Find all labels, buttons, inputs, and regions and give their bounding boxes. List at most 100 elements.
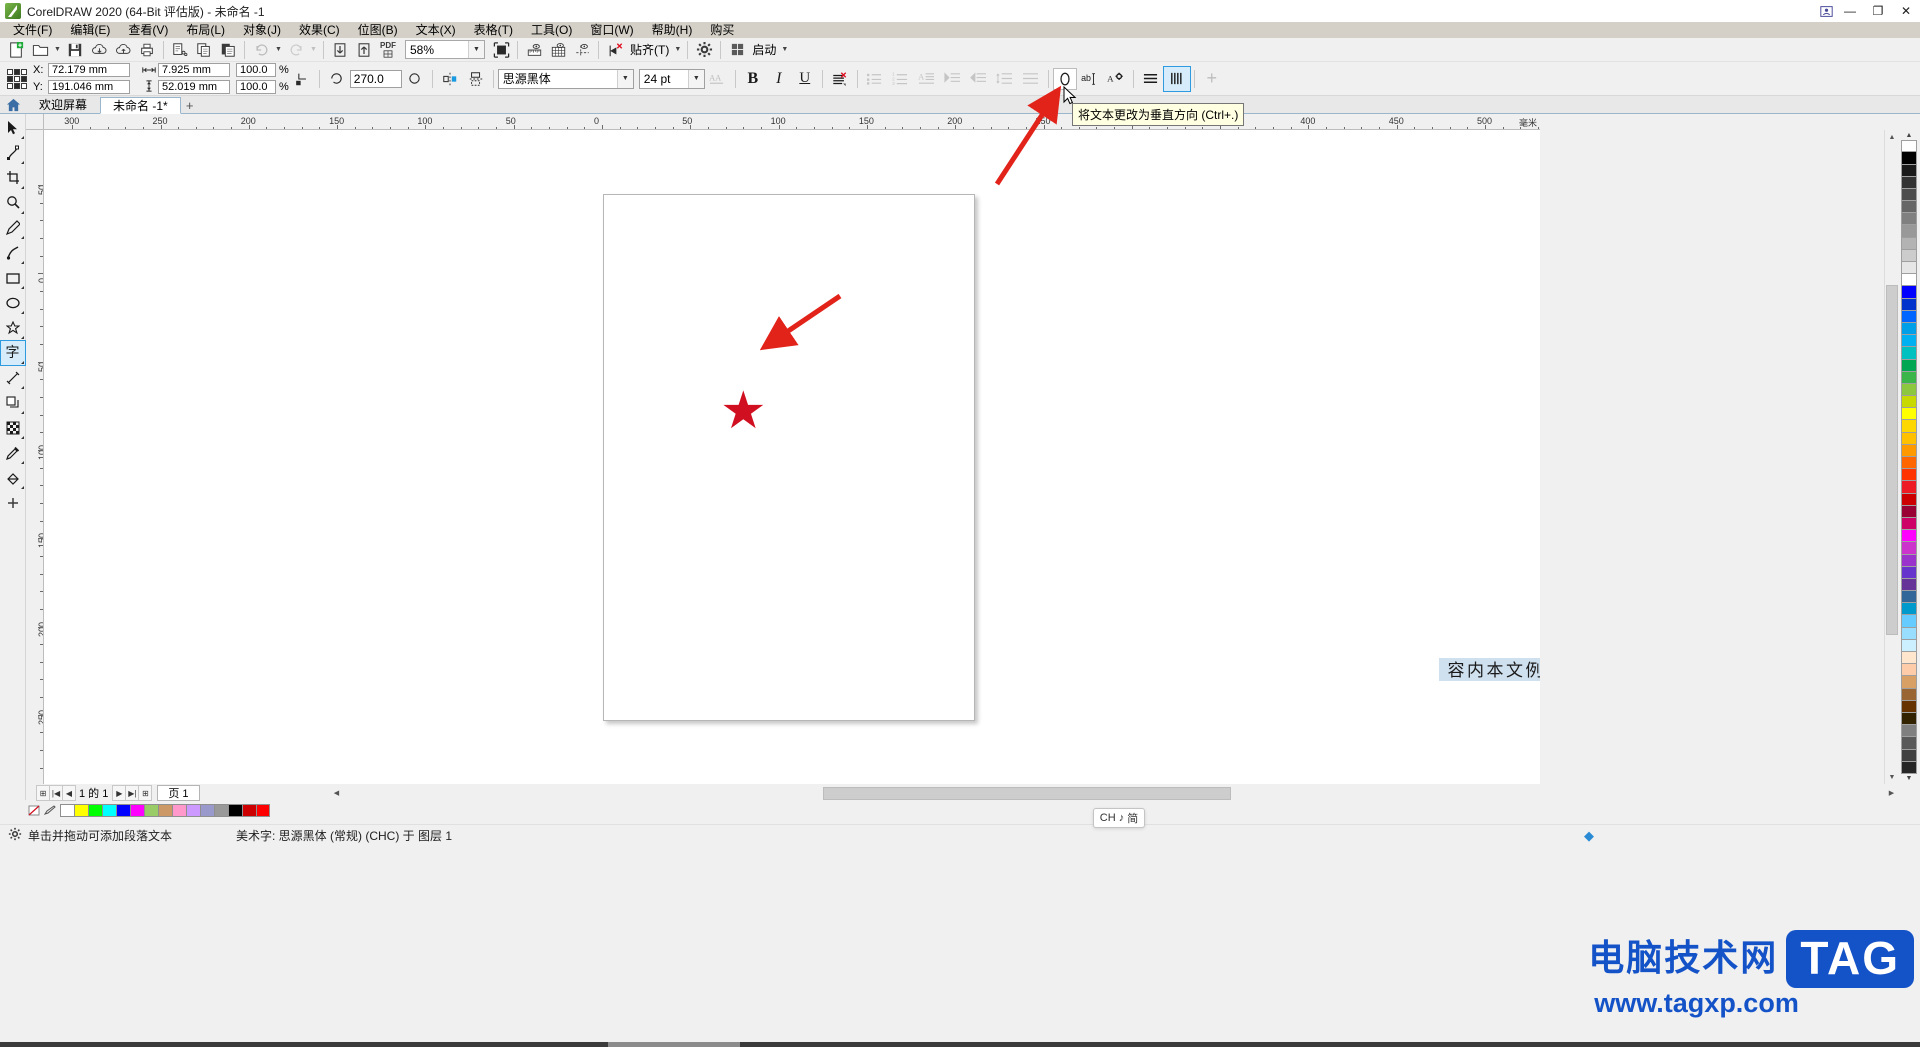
palette-swatch[interactable] [1901,517,1917,531]
palette-swatch[interactable] [1901,554,1917,567]
mirror-horizontal-icon[interactable] [437,67,463,91]
cloud-upload-icon[interactable] [111,39,135,61]
menu-file[interactable]: 文件(F) [4,22,61,38]
palette-swatch[interactable] [1901,383,1917,397]
palette-swatch[interactable] [1901,676,1917,689]
hscroll-right-button[interactable]: ▶ [1885,787,1898,800]
ime-indicator[interactable]: CH ♪ 简 [1093,808,1145,828]
freehand-tool[interactable] [1,216,25,240]
bottom-palette-swatch[interactable] [60,803,74,817]
shape-tool[interactable] [1,141,25,165]
palette-swatch[interactable] [1901,542,1917,555]
pick-tool[interactable] [1,116,25,140]
drawing-canvas[interactable]: ★ 举例文本内容 [44,130,1540,784]
horizontal-scroll-thumb[interactable] [823,786,1231,800]
guides-toggle-icon[interactable] [570,39,594,61]
object-anchor-selector[interactable] [6,68,28,90]
cut-icon[interactable] [168,39,192,61]
palette-swatch[interactable] [1901,712,1917,726]
palette-swatch[interactable] [1901,286,1917,299]
add-page-button[interactable]: ⊞ [36,785,50,801]
status-settings-icon[interactable] [8,827,22,844]
palette-swatch[interactable] [1901,725,1917,738]
palette-swatch[interactable] [1901,408,1917,421]
first-page-button[interactable]: |◀ [49,785,63,801]
palette-swatch[interactable] [1901,603,1917,616]
underline-button[interactable]: U [792,67,818,91]
bottom-palette-swatch[interactable] [242,803,256,817]
palette-swatch[interactable] [1901,371,1917,384]
mirror-vertical-icon[interactable] [463,67,489,91]
vertical-text-button[interactable] [1162,65,1191,92]
horizontal-scrollbar[interactable]: ◀ ▶ [330,786,1898,800]
bottom-palette-swatch[interactable] [144,803,158,817]
prev-page-button[interactable]: ◀ [62,785,76,801]
user-account-icon[interactable] [1816,1,1836,21]
close-button[interactable]: ✕ [1892,0,1920,22]
palette-swatch[interactable] [1901,737,1917,750]
palette-swatch[interactable] [1901,578,1917,592]
home-icon[interactable] [0,96,26,113]
palette-swatch[interactable] [1901,664,1917,677]
undo-dropdown-caret[interactable]: ▼ [273,39,284,61]
palette-swatch[interactable] [1901,566,1917,579]
palette-swatch[interactable] [1901,249,1917,262]
bottom-palette-swatch[interactable] [172,803,186,817]
launch-dropdown-caret[interactable]: ▼ [779,39,790,61]
no-color-icon[interactable] [26,803,42,817]
parallel-dimension-tool[interactable] [1,366,25,390]
palette-swatch[interactable] [1901,652,1917,665]
launch-label[interactable]: 启动 [749,41,779,58]
paragraph-spacing-icon[interactable] [1018,67,1044,91]
menu-buy[interactable]: 购买 [701,22,743,38]
minimize-button[interactable]: — [1836,0,1864,22]
menu-help[interactable]: 帮助(H) [643,22,702,38]
outline-color-icon[interactable] [42,803,58,817]
palette-swatch[interactable] [1901,749,1917,762]
palette-swatch[interactable] [1901,262,1917,275]
palette-swatch[interactable] [1901,469,1917,482]
rotation-angle-input[interactable]: 270.0 [349,69,402,88]
bullet-list-icon[interactable] [862,67,888,91]
open-dropdown-caret[interactable]: ▼ [52,39,63,61]
launch-icon[interactable] [725,39,749,61]
bottom-palette-swatch[interactable] [116,803,130,817]
numbered-list-icon[interactable]: 123 [888,67,914,91]
bottom-palette-swatch[interactable] [228,803,242,817]
italic-button[interactable]: I [766,67,792,91]
font-size-input[interactable] [639,69,688,88]
palette-swatch[interactable] [1901,481,1917,494]
scale-v-input[interactable]: 100.0 [236,80,276,94]
tab-welcome-screen[interactable]: 欢迎屏幕 [26,96,101,113]
horizontal-ruler[interactable]: 3002502001501005005010015020025030035040… [44,114,1540,130]
add-page-end-button[interactable]: ⊞ [138,785,153,801]
lock-ratio-icon[interactable] [289,67,315,91]
tab-untitled-1[interactable]: 未命名 -1* [100,97,181,114]
font-size-caret[interactable]: ▼ [687,69,704,88]
bottom-palette-swatch[interactable] [74,803,88,817]
import-icon[interactable] [328,39,352,61]
bottom-palette-swatches[interactable] [60,803,270,817]
export-icon[interactable] [352,39,376,61]
palette-swatch[interactable] [1901,432,1917,445]
bottom-palette-swatch[interactable] [102,803,116,817]
scroll-up-button[interactable]: ▲ [1885,130,1899,144]
bottom-palette-swatch[interactable] [130,803,144,817]
crop-tool[interactable] [1,166,25,190]
polygon-tool[interactable] [1,316,25,340]
palette-swatch[interactable] [1901,359,1917,372]
artistic-media-tool[interactable] [1,241,25,265]
menu-window[interactable]: 窗口(W) [581,22,642,38]
open-document-icon[interactable] [28,39,52,61]
more-tools-button[interactable] [1,491,25,515]
maximize-button[interactable]: ❐ [1864,0,1892,22]
menu-object[interactable]: 对象(J) [234,22,290,38]
snap-dropdown-caret[interactable]: ▼ [672,39,683,61]
bold-button[interactable]: B [740,67,766,91]
bottom-palette-swatch[interactable] [186,803,200,817]
vertical-text-content[interactable]: 举例文本内容 [1439,658,1540,681]
palette-swatch[interactable] [1901,347,1917,360]
palette-swatch[interactable] [1901,591,1917,604]
hscroll-left-button[interactable]: ◀ [330,787,343,800]
last-page-button[interactable]: ▶| [125,785,140,801]
